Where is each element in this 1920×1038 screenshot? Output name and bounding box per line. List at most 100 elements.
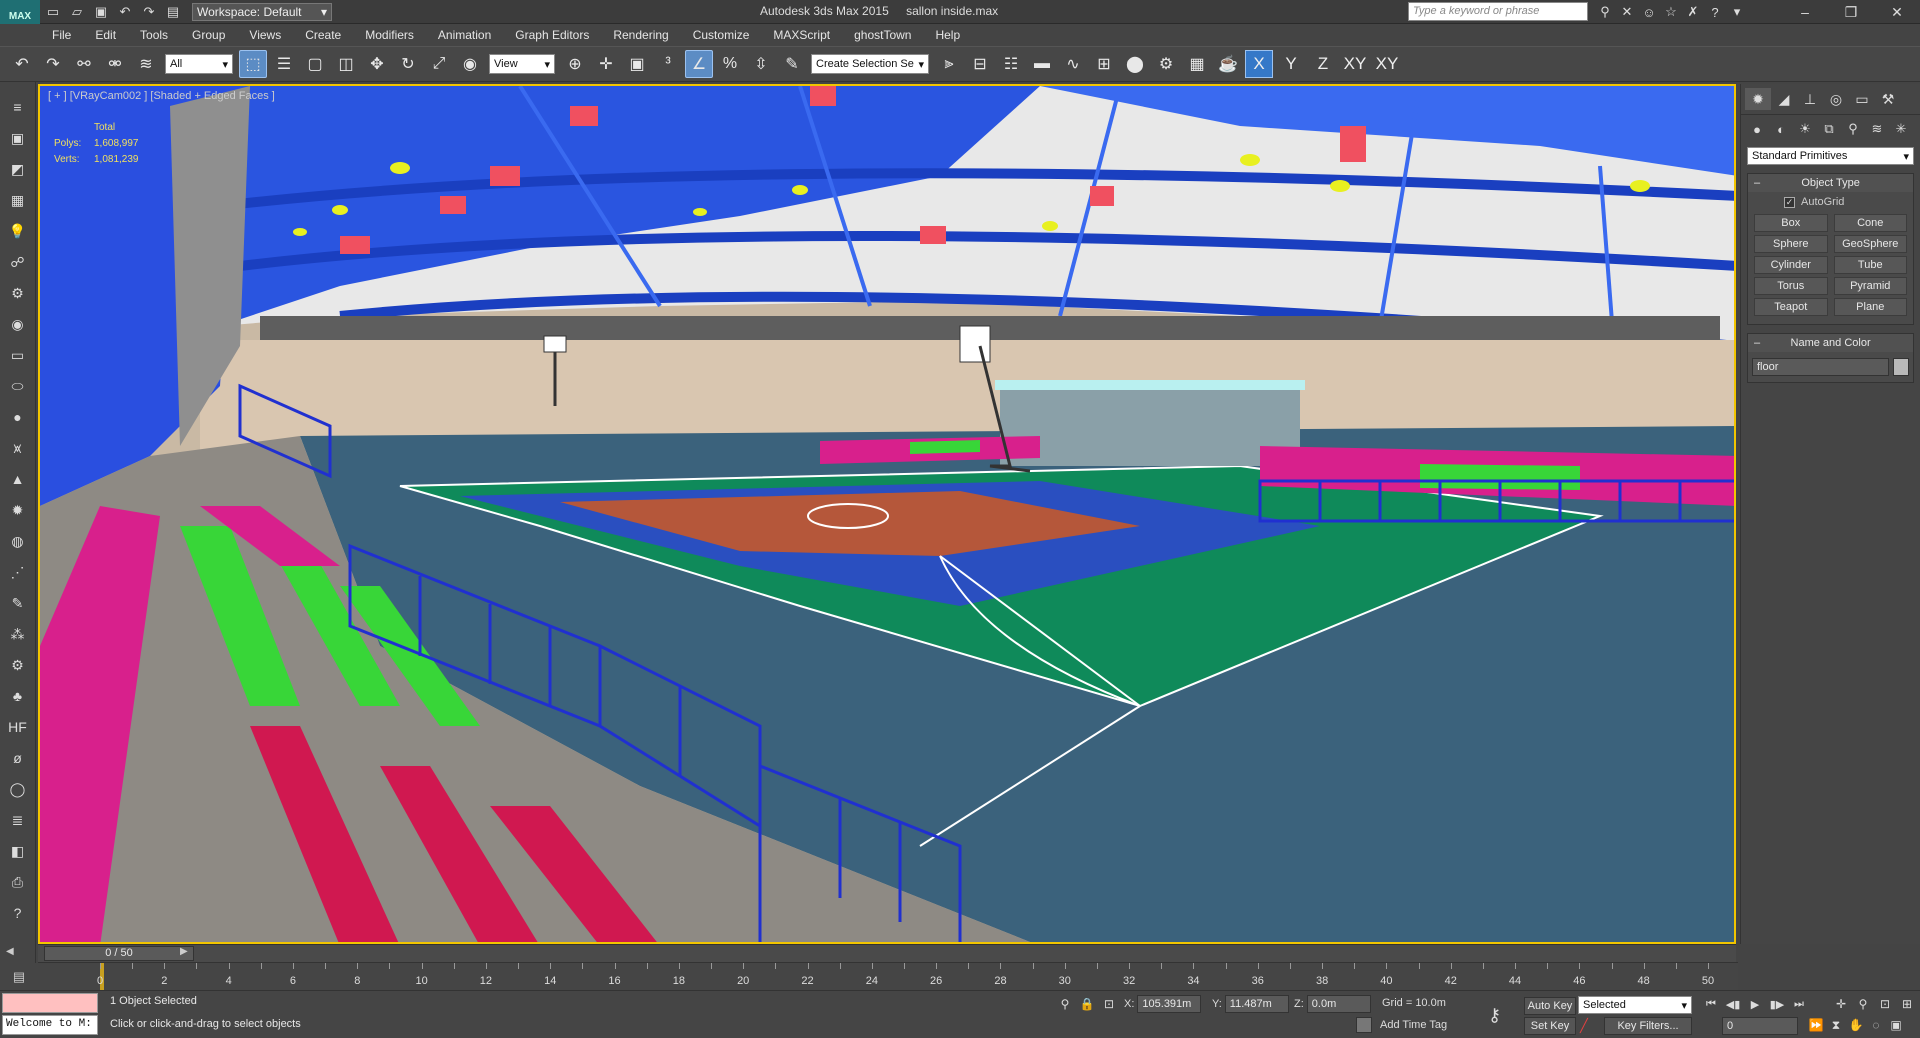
user-icon[interactable]: ☺ <box>1638 2 1660 22</box>
chevron-right-icon[interactable]: ▶ <box>180 946 188 957</box>
unlink-icon[interactable]: ⚮ <box>101 50 129 78</box>
help-icon[interactable]: ? <box>1704 2 1726 22</box>
torus-button[interactable]: Torus <box>1754 277 1828 295</box>
select-manipulate-icon[interactable]: ✛ <box>592 50 620 78</box>
systems-icon[interactable]: ✳ <box>1889 119 1913 139</box>
cone-icon[interactable]: ▲ <box>5 466 31 492</box>
redo-icon[interactable]: ↷ <box>39 50 67 78</box>
name-and-color-header[interactable]: – Name and Color <box>1748 334 1913 352</box>
angle-snap-icon[interactable]: ∠ <box>685 50 713 78</box>
help-icon[interactable]: ? <box>5 900 31 926</box>
box-icon[interactable]: ▭ <box>5 342 31 368</box>
favorites-icon[interactable]: ☆ <box>1660 2 1682 22</box>
menu-views[interactable]: Views <box>237 28 293 42</box>
helpers-icon[interactable]: ⚲ <box>1841 119 1865 139</box>
menu-modifiers[interactable]: Modifiers <box>353 28 426 42</box>
place-icon[interactable]: ◉ <box>456 50 484 78</box>
pivot-center-icon[interactable]: ⊕ <box>561 50 589 78</box>
geometry-icon[interactable]: ● <box>1745 119 1769 139</box>
tools-icon[interactable]: ✕ <box>1616 2 1638 22</box>
y-coordinate-field[interactable]: 11.487m <box>1224 995 1289 1013</box>
axis-xy-button[interactable]: XY <box>1341 50 1369 78</box>
tube-button[interactable]: Tube <box>1833 256 1907 274</box>
open-file-icon[interactable]: ▱ <box>66 2 88 22</box>
frame-ruler[interactable]: 0 2 4 6 8 10 12 14 16 18 20 22 24 26 28 30 32 34 36 38 40 42 4… <box>97 963 1714 991</box>
move-icon[interactable]: ✥ <box>363 50 391 78</box>
keyboard-shortcut-override-icon[interactable]: ▣ <box>623 50 651 78</box>
object-type-header[interactable]: – Object Type <box>1748 174 1913 192</box>
perspective-viewport[interactable]: [ + ] [VRayCam002 ] [Shaded + Edged Face… <box>38 84 1736 944</box>
helper-icon[interactable]: ☍ <box>5 249 31 275</box>
mini-curve-editor-icon[interactable]: ▤ <box>0 963 38 991</box>
rectangular-selection-icon[interactable]: ▢ <box>301 50 329 78</box>
sun-icon[interactable]: ✹ <box>5 497 31 523</box>
redo-icon[interactable]: ↷ <box>138 2 160 22</box>
geosphere-button[interactable]: GeoSphere <box>1833 235 1907 253</box>
app-logo[interactable]: MAX <box>0 0 40 24</box>
cone-button[interactable]: Cone <box>1833 214 1907 232</box>
zoom-all-icon[interactable]: ⚲ <box>1852 995 1874 1013</box>
snaps-toggle-icon[interactable]: ³ <box>654 50 682 78</box>
edit-named-selection-icon[interactable]: ✎ <box>778 50 806 78</box>
camera-icon[interactable]: ◉ <box>5 311 31 337</box>
play-icon[interactable]: ▶ <box>1744 995 1766 1013</box>
go-to-end-icon[interactable]: ⏭ <box>1788 995 1810 1013</box>
percent-snap-icon[interactable]: % <box>716 50 744 78</box>
modify-tab-icon[interactable]: ◢ <box>1771 88 1797 110</box>
hair-icon[interactable]: ⋰ <box>5 559 31 585</box>
ribbon-icon[interactable]: ▬ <box>1028 50 1056 78</box>
maximize-viewport-icon[interactable]: ▣ <box>1886 1015 1906 1035</box>
dynamics-icon[interactable]: ⚙ <box>5 280 31 306</box>
cylinder-button[interactable]: Cylinder <box>1754 256 1828 274</box>
window-crossing-icon[interactable]: ◫ <box>332 50 360 78</box>
motion-tab-icon[interactable]: ◎ <box>1823 88 1849 110</box>
axis-y-button[interactable]: Y <box>1277 50 1305 78</box>
hf-icon[interactable]: HF <box>5 714 31 740</box>
auto-key-button[interactable]: Auto Key <box>1524 997 1576 1015</box>
reference-coordinate-dropdown[interactable]: View ▾ <box>489 54 555 74</box>
named-selection-set-dropdown[interactable]: Create Selection Se ▾ <box>811 54 929 74</box>
menu-animation[interactable]: Animation <box>426 28 503 42</box>
menu-graph-editors[interactable]: Graph Editors <box>503 28 601 42</box>
render-icon[interactable]: ◧ <box>5 838 31 864</box>
select-by-name-icon[interactable]: ☰ <box>270 50 298 78</box>
rendered-frame-window-icon[interactable]: ▦ <box>1183 50 1211 78</box>
mirror-icon[interactable]: ⫸ <box>935 50 963 78</box>
lock-icon[interactable]: 🔒 <box>1076 995 1098 1013</box>
menu-customize[interactable]: Customize <box>681 28 762 42</box>
menu-ghosttown[interactable]: ghostTown <box>842 28 923 42</box>
next-frame-icon[interactable]: ▮▶ <box>1766 995 1788 1013</box>
previous-frame-icon[interactable]: ◀▮ <box>1722 995 1744 1013</box>
isolate-selection-icon[interactable]: ⚲ <box>1054 995 1076 1013</box>
terrain-icon[interactable]: ⩙ <box>5 435 31 461</box>
select-object-icon[interactable]: ⬚ <box>239 50 267 78</box>
menu-icon[interactable]: ≡ <box>5 94 31 120</box>
selection-filter-dropdown[interactable]: All ▾ <box>165 54 233 74</box>
zoom-icon[interactable]: ✛ <box>1830 995 1852 1013</box>
zoom-extents-all-icon[interactable]: ⊞ <box>1896 995 1918 1013</box>
shapes-icon[interactable]: ◐ <box>1769 119 1793 139</box>
cameras-icon[interactable]: ⧉ <box>1817 119 1841 139</box>
keyword-search-input[interactable]: Type a keyword or phrase <box>1408 2 1588 21</box>
x-coordinate-field[interactable]: 105.391m <box>1137 995 1202 1013</box>
axis-z-button[interactable]: Z <box>1309 50 1337 78</box>
project-folder-icon[interactable]: ▤ <box>162 2 184 22</box>
menu-group[interactable]: Group <box>180 28 237 42</box>
autogrid-checkbox[interactable]: ✓ AutoGrid <box>1748 192 1913 210</box>
light-bulb-icon[interactable]: 💡 <box>5 218 31 244</box>
paint-icon[interactable]: ✎ <box>5 590 31 616</box>
time-slider-thumb[interactable]: 0 / 50 <box>44 946 194 961</box>
lights-icon[interactable]: ☀ <box>1793 119 1817 139</box>
axis-x-button[interactable]: X <box>1245 50 1273 78</box>
maxscript-listener-output[interactable] <box>2 993 98 1013</box>
workspace-dropdown[interactable]: Workspace: Default ▾ <box>192 2 332 21</box>
time-slider[interactable]: ◀ 0 / 50 ▶ <box>6 944 1736 962</box>
chevron-down-icon[interactable]: ▾ <box>1726 2 1748 22</box>
add-time-tag[interactable]: Add Time Tag <box>1356 1017 1447 1033</box>
orbit-icon[interactable]: ◌ <box>1866 1015 1886 1035</box>
settings-icon[interactable]: ⎙ <box>5 869 31 895</box>
key-filters-button[interactable]: Key Filters... <box>1604 1017 1692 1035</box>
cube-icon[interactable]: ◩ <box>5 156 31 182</box>
ellipse-icon[interactable]: ⬭ <box>5 373 31 399</box>
track-bar[interactable]: ▤ 0 2 4 6 8 10 12 14 16 18 20 22 24 26 28 30 32 34 36 38 40 4… <box>0 962 1738 991</box>
